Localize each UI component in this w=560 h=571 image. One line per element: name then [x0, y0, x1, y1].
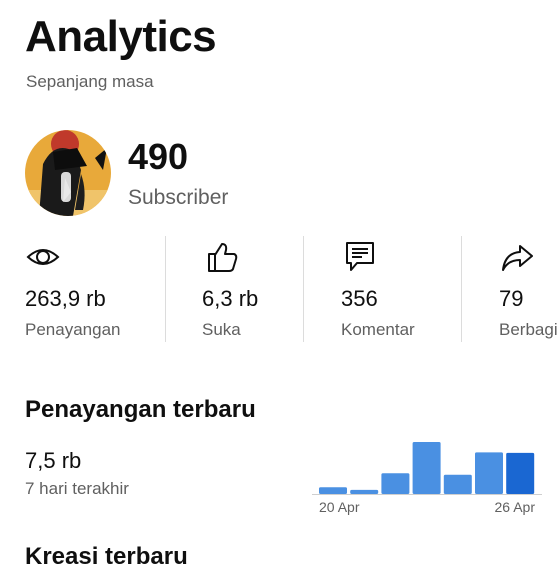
recent-views-title: Penayangan terbaru: [25, 396, 256, 423]
chart-bar-23-apr: [412, 442, 441, 494]
subscriber-block: 490 Subscriber: [128, 135, 229, 210]
chart-bar-20-apr: [319, 487, 347, 494]
recent-views-period: 7 hari terakhir: [25, 479, 129, 498]
subscriber-count: 490: [128, 135, 189, 177]
stat-views-value: 263,9 rb: [25, 286, 106, 311]
avatar-image: [25, 130, 111, 216]
recent-views-chart[interactable]: 20 Apr 26 Apr: [312, 436, 542, 520]
chart-tick-label-start: 20 Apr: [319, 499, 360, 515]
recent-content-title: Kreasi terbaru: [25, 543, 188, 570]
stat-views[interactable]: 263,9 rb Penayangan: [0, 236, 166, 342]
thumbs-up-icon: [208, 243, 238, 272]
chart-bar-24-apr: [443, 474, 472, 494]
subscriber-label: Subscriber: [128, 185, 229, 209]
stat-comments[interactable]: 356 Komentar: [303, 236, 462, 342]
channel-summary: 490 Subscriber: [25, 130, 228, 216]
chart-bar-26-apr: [506, 452, 535, 494]
chart-bar-21-apr: [350, 489, 379, 494]
stat-likes-label: Suka: [202, 320, 241, 339]
stat-likes-value: 6,3 rb: [202, 286, 259, 311]
comment-icon: [346, 242, 374, 271]
stat-shares-value: 79: [499, 286, 524, 311]
recent-views-value: 7,5 rb: [25, 448, 82, 473]
stat-comments-value: 356: [341, 286, 378, 311]
stat-shares-label: Berbagi: [499, 320, 558, 339]
chart-bar-25-apr: [475, 452, 503, 494]
page-title: Analytics: [25, 12, 217, 61]
share-icon: [502, 245, 533, 271]
period-subtitle: Sepanjang masa: [26, 72, 154, 91]
stat-likes[interactable]: 6,3 rb Suka: [165, 236, 304, 342]
stat-comments-label: Komentar: [341, 320, 415, 339]
channel-avatar[interactable]: [25, 130, 111, 216]
chart-tick-label-end: 26 Apr: [495, 499, 536, 515]
chart-bar-22-apr: [381, 473, 410, 494]
stat-views-label: Penayangan: [25, 320, 121, 339]
stat-shares[interactable]: 79 Berbagi: [461, 236, 560, 342]
eye-icon: [26, 249, 60, 265]
stats-row: 263,9 rb Penayangan 6,3 rb Suka 356 Kome…: [0, 236, 560, 342]
